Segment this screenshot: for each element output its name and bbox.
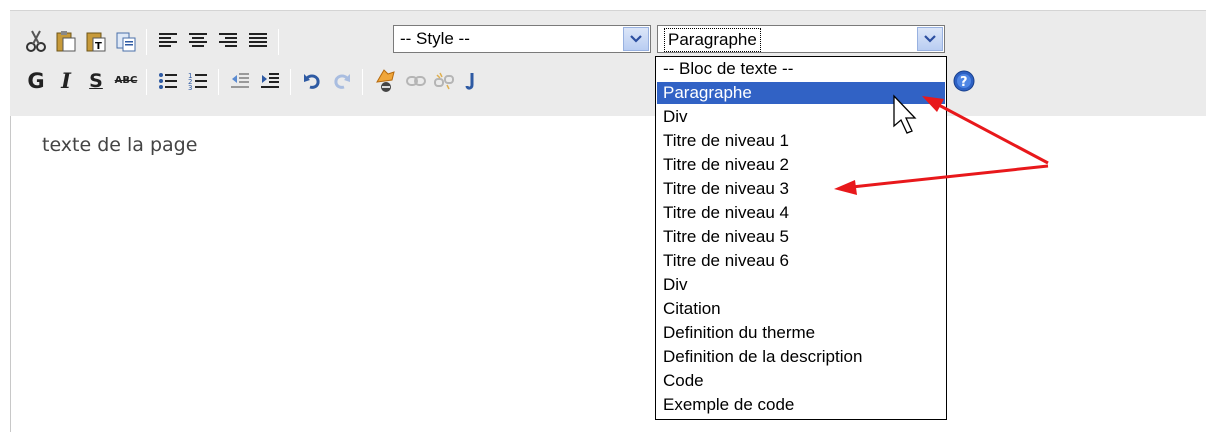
dropdown-option[interactable]: Titre de niveau 3	[657, 178, 945, 200]
italic-button[interactable]: I	[52, 66, 80, 96]
indent-icon[interactable]	[256, 66, 284, 96]
rich-text-editor: texte de la page T -- Style -- Paragraph…	[0, 0, 1206, 432]
dropdown-option[interactable]: Definition de la description	[657, 346, 945, 368]
editor-content-area[interactable]	[10, 116, 1206, 432]
dropdown-option[interactable]: Titre de niveau 6	[657, 250, 945, 272]
anchor-icon[interactable]	[372, 66, 400, 96]
spellcheck-button[interactable]: ABC	[112, 66, 140, 96]
toolbar-separator	[278, 29, 279, 55]
numbered-list-icon[interactable]: 123	[184, 66, 212, 96]
unlink-icon[interactable]	[430, 66, 458, 96]
align-center-icon[interactable]	[184, 26, 212, 56]
style-select[interactable]: -- Style --	[393, 25, 651, 53]
align-justify-icon[interactable]	[244, 26, 272, 56]
chevron-down-icon[interactable]	[917, 27, 943, 51]
dropdown-option[interactable]: Titre de niveau 5	[657, 226, 945, 248]
insert-image-icon[interactable]	[458, 66, 486, 96]
undo-icon[interactable]	[298, 66, 326, 96]
redo-icon[interactable]	[328, 66, 356, 96]
dropdown-option[interactable]: Code	[657, 370, 945, 392]
align-left-icon[interactable]	[154, 26, 182, 56]
dropdown-option[interactable]: Exemple de code	[657, 394, 945, 416]
paste-text-icon[interactable]: T	[82, 26, 110, 56]
toolbar-separator	[362, 69, 363, 95]
dropdown-option[interactable]: Titre de niveau 4	[657, 202, 945, 224]
style-select-value: -- Style --	[400, 29, 470, 48]
dropdown-option[interactable]: Paragraphe	[657, 82, 945, 104]
dropdown-option[interactable]: -- Bloc de texte --	[657, 58, 945, 80]
svg-text:3: 3	[188, 84, 192, 91]
help-icon[interactable]: ?	[950, 66, 978, 96]
bold-button[interactable]: G	[22, 66, 50, 96]
svg-text:T: T	[95, 41, 102, 52]
cut-icon[interactable]	[22, 26, 50, 56]
dropdown-option[interactable]: Titre de niveau 1	[657, 130, 945, 152]
link-icon[interactable]	[402, 66, 430, 96]
dropdown-option[interactable]: Titre de niveau 2	[657, 154, 945, 176]
dropdown-option[interactable]: Definition du therme	[657, 322, 945, 344]
dropdown-option[interactable]: Div	[657, 274, 945, 296]
format-select-value: Paragraphe	[664, 28, 761, 52]
format-dropdown-list[interactable]: -- Bloc de texte -- Paragraphe Div Titre de…	[655, 56, 947, 420]
chevron-down-icon[interactable]	[623, 27, 649, 51]
paste-icon[interactable]	[52, 26, 80, 56]
bullet-list-icon[interactable]	[154, 66, 182, 96]
toolbar-separator	[290, 69, 291, 95]
page-text[interactable]: texte de la page	[42, 134, 197, 156]
format-select[interactable]: Paragraphe	[657, 25, 945, 53]
paste-word-icon[interactable]	[112, 26, 140, 56]
strikethrough-button[interactable]: S	[82, 66, 110, 96]
align-right-icon[interactable]	[214, 26, 242, 56]
svg-text:?: ?	[960, 75, 968, 90]
dropdown-option[interactable]: Citation	[657, 298, 945, 320]
toolbar-separator	[146, 29, 147, 55]
toolbar-separator	[146, 69, 147, 95]
toolbar-separator	[218, 69, 219, 95]
dropdown-option[interactable]: Div	[657, 106, 945, 128]
outdent-icon[interactable]	[226, 66, 254, 96]
